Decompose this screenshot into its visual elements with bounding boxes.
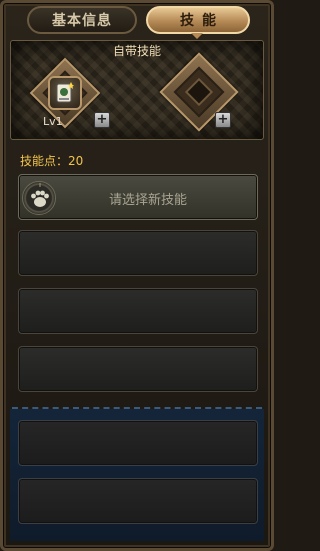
skill-points: 技能点：20 [20,154,84,168]
tab-basic-info[interactable]: 基本信息 [27,6,137,34]
skill-slot-empty-1[interactable] [18,230,258,276]
scroll-icon [56,82,74,103]
select-new-skill-button[interactable]: 请选择新技能 [18,174,258,220]
tab-skills[interactable]: 技能 [146,6,250,34]
locked-divider [12,407,262,409]
skill-slot-empty-3[interactable] [18,346,258,392]
skill-slot-empty-2[interactable] [18,288,258,334]
innate-skill-slot-1[interactable] [48,76,82,110]
innate-skill-level: Lv1 [43,115,63,128]
innate-skills-title: 自带技能 [112,44,161,58]
add-innate-skill-2-button[interactable]: + [215,112,231,128]
skill-slot-locked-1[interactable] [18,420,258,466]
select-new-skill-label: 请选择新技能 [108,193,187,208]
skill-slot-locked-2[interactable] [18,478,258,524]
active-tab-caret [191,33,203,39]
add-innate-skill-1-button[interactable]: + [94,112,110,128]
